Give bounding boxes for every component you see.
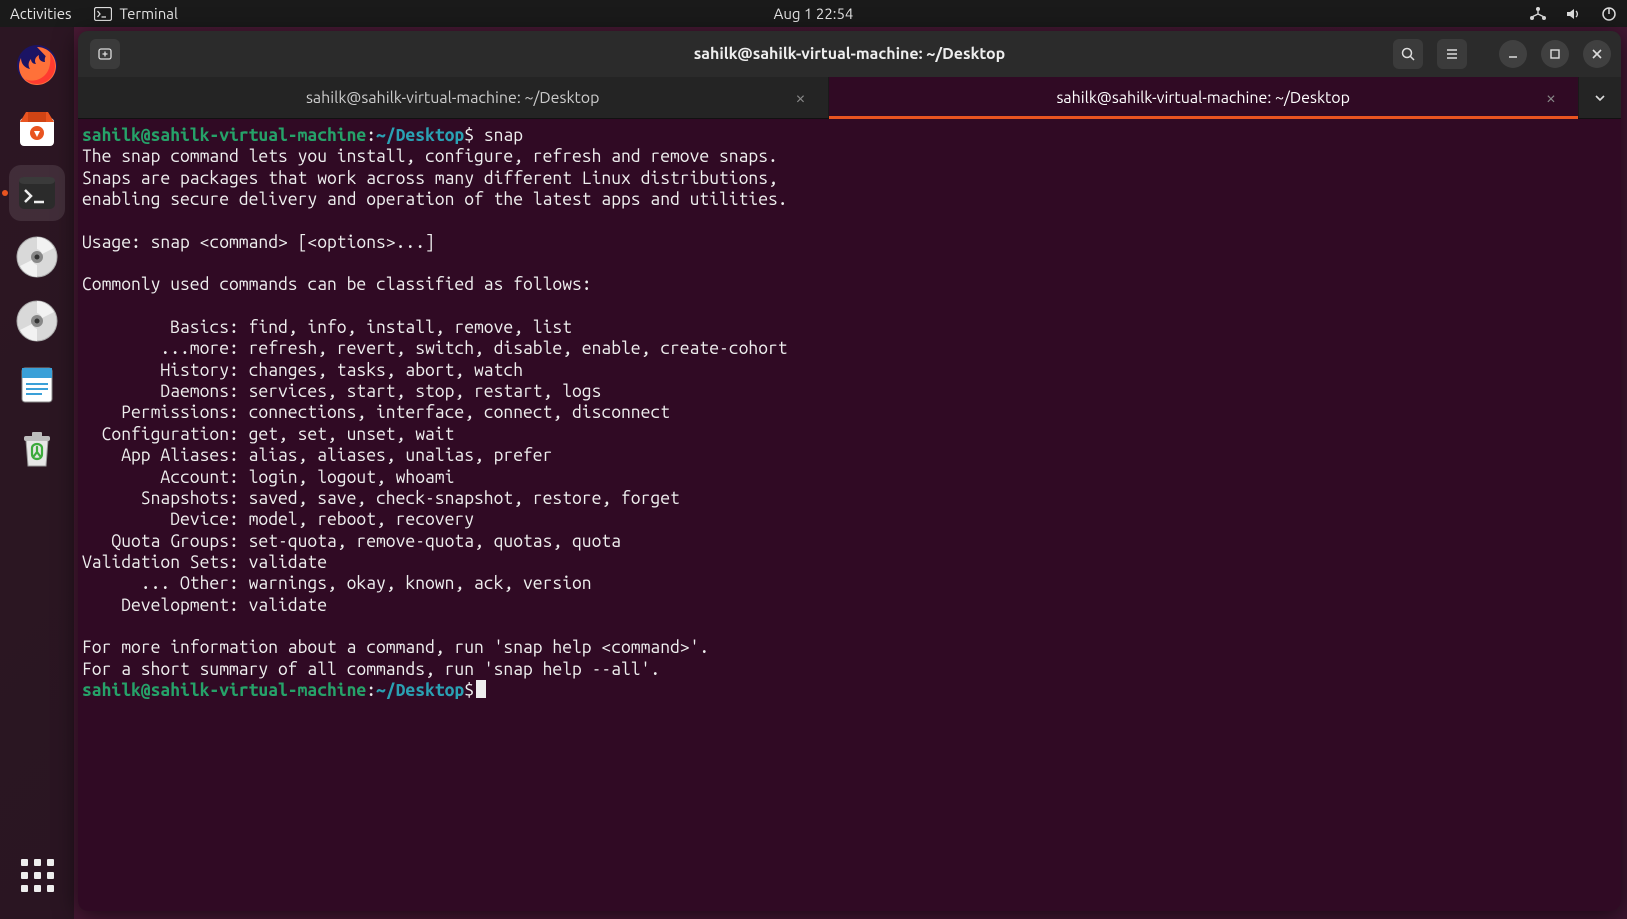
tab-label: sahilk@sahilk-virtual-machine: ~/Desktop [306, 89, 600, 107]
dock-item-text-editor[interactable] [9, 357, 65, 413]
output-line: enabling secure delivery and operation o… [82, 190, 788, 209]
tab-label: sahilk@sahilk-virtual-machine: ~/Desktop [1056, 89, 1350, 107]
output-line: For more information about a command, ru… [82, 638, 709, 657]
gnome-top-panel: Activities Terminal Aug 1 22:54 [0, 0, 1627, 27]
terminal-window: sahilk@sahilk-virtual-machine: ~/Desktop [78, 31, 1621, 911]
prompt-colon: : [366, 681, 376, 700]
output-line: Snaps are packages that work across many… [82, 169, 778, 188]
tab-close-icon[interactable]: × [1546, 89, 1556, 107]
output-line: Development: validate [82, 596, 327, 615]
output-line: The snap command lets you install, confi… [82, 147, 778, 166]
output-line: Device: model, reboot, recovery [82, 510, 474, 529]
volume-icon[interactable] [1565, 6, 1583, 22]
cursor [476, 680, 486, 698]
tab-strip: sahilk@sahilk-virtual-machine: ~/Desktop… [78, 77, 1621, 119]
output-line: Validation Sets: validate [82, 553, 327, 572]
dock-item-software[interactable] [9, 101, 65, 157]
prompt-userhost: sahilk@sahilk-virtual-machine [82, 126, 366, 145]
dock [0, 27, 74, 919]
output-line: App Aliases: alias, aliases, unalias, pr… [82, 446, 552, 465]
output-line: Usage: snap <command> [<options>...] [82, 233, 435, 252]
output-line: Permissions: connections, interface, con… [82, 403, 670, 422]
dock-item-disc-1[interactable] [9, 229, 65, 285]
app-indicator-label: Terminal [120, 5, 178, 22]
prompt-path: ~/Desktop [376, 681, 464, 700]
prompt-colon: : [366, 126, 376, 145]
window-close-button[interactable] [1583, 40, 1611, 68]
dock-item-disc-2[interactable] [9, 293, 65, 349]
network-icon[interactable] [1529, 6, 1547, 22]
output-line: ... Other: warnings, okay, known, ack, v… [82, 574, 592, 593]
window-minimize-button[interactable] [1499, 40, 1527, 68]
output-line: Configuration: get, set, unset, wait [82, 425, 454, 444]
terminal-tab-1[interactable]: sahilk@sahilk-virtual-machine: ~/Desktop… [829, 77, 1580, 118]
desktop-workspace: sahilk@sahilk-virtual-machine: ~/Desktop [0, 27, 1627, 919]
output-line: Account: login, logout, whoami [82, 468, 454, 487]
tab-close-icon[interactable]: × [795, 89, 805, 107]
command-0: snap [484, 126, 523, 145]
dock-item-trash[interactable] [9, 421, 65, 477]
titlebar: sahilk@sahilk-virtual-machine: ~/Desktop [78, 31, 1621, 77]
output-line: Commonly used commands can be classified… [82, 275, 592, 294]
terminal-tab-0[interactable]: sahilk@sahilk-virtual-machine: ~/Desktop… [78, 77, 829, 118]
output-line: Snapshots: saved, save, check-snapshot, … [82, 489, 680, 508]
output-line: History: changes, tasks, abort, watch [82, 361, 523, 380]
terminal-icon [94, 7, 112, 21]
app-indicator[interactable]: Terminal [94, 5, 178, 22]
window-title: sahilk@sahilk-virtual-machine: ~/Desktop [694, 45, 1006, 63]
prompt-dollar: $ [464, 126, 474, 145]
running-indicator-dot [2, 190, 8, 196]
window-maximize-button[interactable] [1541, 40, 1569, 68]
terminal-body[interactable]: sahilk@sahilk-virtual-machine:~/Desktop$… [78, 119, 1621, 911]
output-line: For a short summary of all commands, run… [82, 660, 660, 679]
prompt-path: ~/Desktop [376, 126, 464, 145]
prompt-dollar: $ [464, 681, 474, 700]
activities-button[interactable]: Activities [10, 5, 72, 22]
clock[interactable]: Aug 1 22:54 [774, 5, 854, 22]
search-button[interactable] [1393, 39, 1423, 69]
output-line: ...more: refresh, revert, switch, disabl… [82, 339, 788, 358]
hamburger-menu-button[interactable] [1437, 39, 1467, 69]
new-tab-button[interactable] [90, 39, 120, 69]
output-line: Basics: find, info, install, remove, lis… [82, 318, 572, 337]
dock-item-terminal[interactable] [9, 165, 65, 221]
show-applications-button[interactable] [9, 847, 65, 903]
output-line: Quota Groups: set-quota, remove-quota, q… [82, 532, 621, 551]
dock-item-firefox[interactable] [9, 37, 65, 93]
output-line: Daemons: services, start, stop, restart,… [82, 382, 601, 401]
prompt-userhost: sahilk@sahilk-virtual-machine [82, 681, 366, 700]
power-icon[interactable] [1601, 6, 1617, 22]
tab-list-dropdown[interactable] [1579, 77, 1621, 118]
